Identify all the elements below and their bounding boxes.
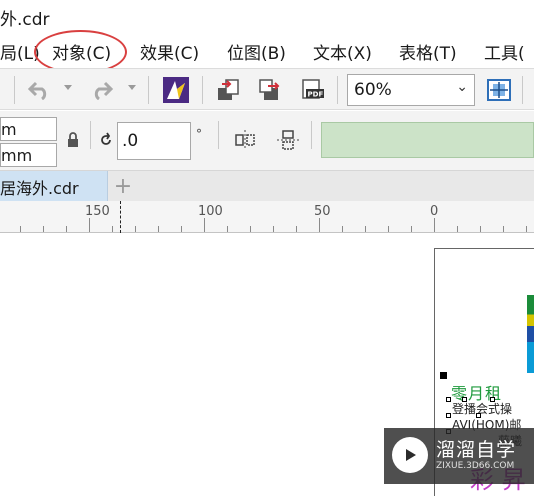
node-handle[interactable] bbox=[446, 397, 451, 402]
toolbar-separator bbox=[202, 76, 203, 104]
watermark-title: 溜溜自学 bbox=[436, 439, 517, 461]
node-handle[interactable] bbox=[490, 397, 495, 402]
mirror-horizontal-icon[interactable] bbox=[231, 127, 259, 153]
corel-connect-icon[interactable] bbox=[162, 76, 190, 104]
menu-table[interactable]: 表格(T) bbox=[399, 39, 457, 64]
zoom-level-value: 60% bbox=[354, 80, 392, 100]
propbar-separator bbox=[90, 121, 91, 149]
title-bar: 外.cdr bbox=[0, 0, 534, 34]
export-icon[interactable] bbox=[256, 76, 284, 104]
node-handle[interactable] bbox=[446, 413, 451, 418]
ruler-tick bbox=[296, 226, 297, 232]
node-handle[interactable] bbox=[462, 397, 467, 402]
watermark-overlay: 溜溜自学 ZIXUE.3D66.COM bbox=[384, 428, 534, 484]
undo-dropdown-icon[interactable] bbox=[64, 85, 72, 90]
text-properties-field[interactable] bbox=[321, 122, 534, 158]
toolbar-separator bbox=[148, 76, 149, 104]
ruler-tick bbox=[273, 226, 274, 232]
object-width-field[interactable]: m bbox=[0, 117, 57, 141]
ruler-tick bbox=[250, 226, 251, 232]
ruler-tick bbox=[181, 226, 182, 232]
ruler-label: 100 bbox=[198, 204, 223, 219]
ruler-tick bbox=[227, 226, 228, 232]
propbar-separator bbox=[311, 121, 312, 149]
menu-tools[interactable]: 工具( bbox=[484, 39, 525, 64]
ruler-tick bbox=[503, 226, 504, 232]
watermark-play-icon bbox=[392, 437, 428, 473]
menu-bitmaps[interactable]: 位图(B) bbox=[227, 39, 286, 64]
redo-dropdown-icon[interactable] bbox=[128, 85, 136, 90]
document-tab-label: 居海外.cdr bbox=[0, 179, 79, 198]
zoom-level-select[interactable]: 60% ⌄ bbox=[347, 74, 475, 106]
ruler-tick bbox=[342, 226, 343, 232]
ruler-tick bbox=[20, 226, 21, 232]
ruler-tick bbox=[112, 226, 113, 232]
ruler-tick bbox=[434, 218, 435, 232]
menu-text[interactable]: 文本(X) bbox=[313, 39, 372, 64]
chevron-down-icon[interactable]: ⌄ bbox=[456, 79, 468, 95]
mirror-vertical-icon[interactable] bbox=[274, 127, 302, 153]
ruler-tick bbox=[319, 218, 320, 232]
window-title: 外.cdr bbox=[0, 10, 50, 30]
ruler-tick bbox=[204, 218, 205, 232]
logo-graphic bbox=[527, 295, 534, 373]
ruler-tick bbox=[457, 226, 458, 232]
node-handle[interactable] bbox=[476, 413, 481, 418]
rotation-angle-field[interactable]: .0 bbox=[117, 122, 191, 160]
ruler-tick bbox=[411, 226, 412, 232]
ruler-tick bbox=[158, 226, 159, 232]
import-icon[interactable] bbox=[214, 76, 242, 104]
property-bar: m mm .0 ° bbox=[0, 111, 534, 171]
toolbar-separator bbox=[14, 76, 15, 104]
toolbar-separator bbox=[522, 76, 523, 104]
add-tab-button[interactable]: + bbox=[110, 172, 136, 200]
ruler-label: 0 bbox=[430, 204, 439, 219]
document-tab-strip: 居海外.cdr + bbox=[0, 171, 534, 201]
ruler-tick bbox=[43, 226, 44, 232]
standard-toolbar: PDF 60% ⌄ bbox=[0, 68, 534, 110]
watermark-url: ZIXUE.3D66.COM bbox=[436, 461, 515, 471]
ruler-tick bbox=[480, 226, 481, 232]
document-tab-active[interactable]: 居海外.cdr bbox=[0, 171, 108, 201]
ruler-tick bbox=[526, 226, 527, 232]
ruler-tick bbox=[66, 226, 67, 232]
rotate-icon bbox=[96, 129, 116, 151]
ruler-label: 150 bbox=[85, 204, 110, 219]
ruler-tick bbox=[89, 218, 90, 232]
body-text-line[interactable]: 登播会式操 bbox=[452, 400, 512, 417]
publish-pdf-icon[interactable]: PDF bbox=[299, 76, 327, 104]
lock-ratio-icon[interactable] bbox=[63, 129, 83, 151]
ruler-tick bbox=[135, 226, 136, 232]
object-height-field[interactable]: mm bbox=[0, 143, 57, 167]
ruler-cursor-guide bbox=[120, 201, 121, 233]
redo-icon[interactable] bbox=[88, 76, 116, 104]
undo-icon[interactable] bbox=[25, 76, 53, 104]
toolbar-separator bbox=[337, 76, 338, 104]
selection-handle[interactable] bbox=[440, 372, 447, 379]
propbar-separator bbox=[218, 121, 219, 149]
plus-icon: + bbox=[113, 173, 133, 199]
svg-text:PDF: PDF bbox=[308, 91, 324, 99]
menu-effects[interactable]: 效果(C) bbox=[140, 39, 199, 64]
zoom-to-page-icon[interactable] bbox=[485, 76, 513, 104]
degree-symbol: ° bbox=[196, 127, 202, 141]
horizontal-ruler[interactable]: 150 100 50 0 bbox=[0, 201, 534, 233]
ruler-label: 50 bbox=[314, 204, 331, 219]
ruler-tick bbox=[365, 226, 366, 232]
ruler-tick bbox=[388, 226, 389, 232]
